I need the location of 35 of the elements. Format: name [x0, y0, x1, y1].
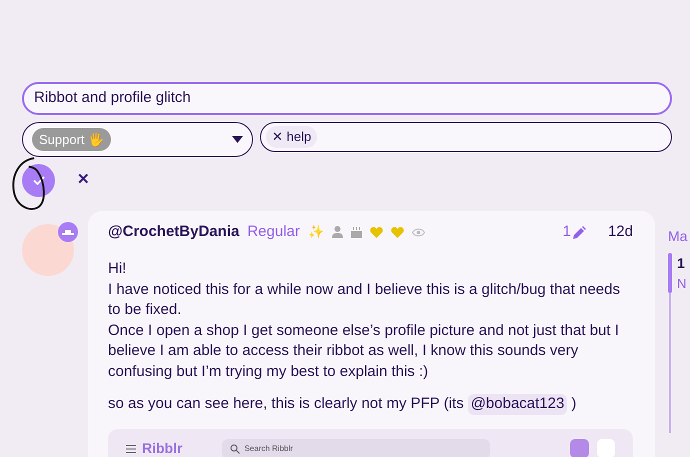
tags-field[interactable]: ✕ help — [260, 122, 672, 152]
search-icon — [230, 444, 240, 454]
menu-icon — [126, 444, 136, 452]
post-username[interactable]: @CrochetByDania — [108, 220, 240, 244]
category-badge: Support 🖐 — [32, 128, 112, 152]
tag-chip[interactable]: ✕ help — [266, 126, 318, 148]
timeline-label: N — [677, 275, 686, 293]
closing-paren: ) — [571, 394, 576, 414]
check-icon — [32, 176, 44, 185]
timeline-month[interactable]: Ma — [668, 226, 690, 247]
timeline-handle[interactable] — [668, 253, 672, 293]
user-title: Regular — [247, 222, 300, 242]
post-paragraph: so as you can see here, this is clearly not my PFP (its — [108, 394, 464, 414]
hat-badge-icon — [58, 222, 78, 242]
title-input: Ribbot and profile glitch — [34, 87, 660, 110]
search-field[interactable]: Search Ribblr — [222, 438, 490, 457]
screenshot-logo: Ribblr — [142, 439, 182, 457]
pencil-icon — [572, 226, 586, 238]
cancel-button[interactable]: ✕ — [73, 169, 94, 192]
eye-icon — [412, 228, 425, 236]
edit-history-button[interactable]: 1 — [562, 220, 586, 244]
heart-icon — [370, 226, 383, 238]
post-age[interactable]: 12d — [608, 220, 633, 244]
submit-button[interactable] — [22, 164, 55, 197]
cake-icon — [350, 226, 362, 238]
heart-icon — [390, 226, 404, 238]
avatar-placeholder — [22, 224, 74, 276]
timeline-number: 1 — [677, 254, 686, 273]
title-field[interactable]: Ribbot and profile glitch — [22, 82, 672, 115]
caret-icon — [232, 136, 243, 143]
avatar-placeholder — [570, 439, 589, 457]
person-icon — [332, 226, 343, 238]
flair-emoji: ✨ — [308, 223, 324, 242]
user-mention-link[interactable]: @bobacat123 — [468, 394, 568, 414]
post-paragraph: Hi! I have noticed this for a while now and I believe this is a glitch/bug that needs to be fixed. Once I open a shop I get someone else’s profile picture and not just that but I believe I am able to access their ribbot as well, I know this sounds very confusing but I’m trying my best to explain this :) — [108, 259, 621, 382]
